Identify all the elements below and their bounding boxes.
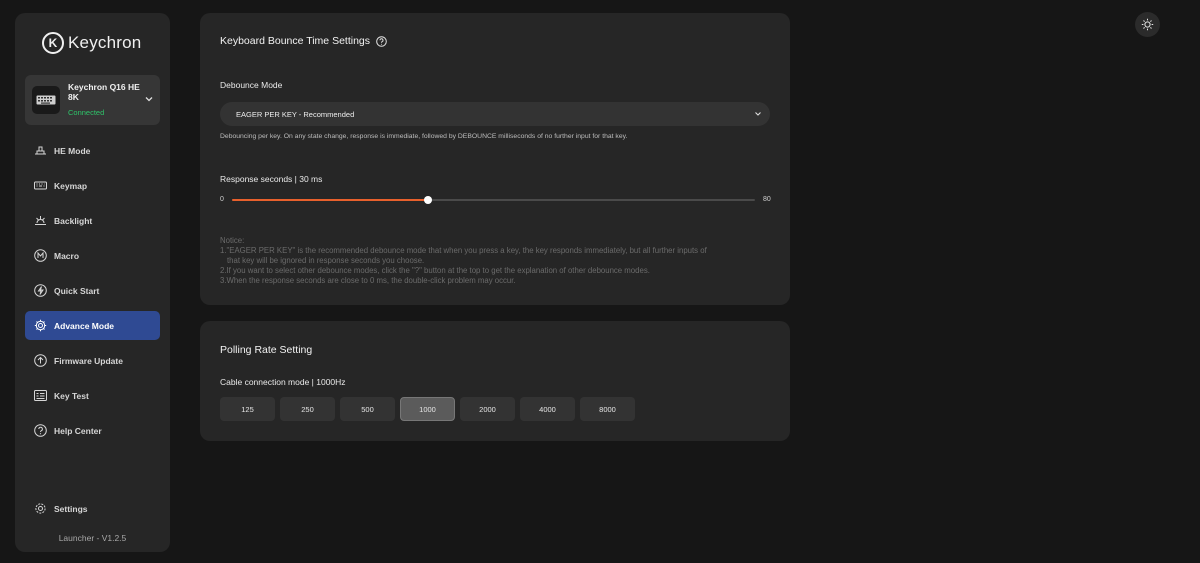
sidebar-settings: Settings — [25, 494, 160, 529]
sidebar-item-label: Settings — [54, 503, 88, 514]
polling-rate-panel: Polling Rate Setting Cable connection mo… — [200, 321, 790, 441]
sidebar-item-he-mode[interactable]: HE Mode — [25, 136, 160, 165]
debounce-mode-description: Debouncing per key. On any state change,… — [220, 133, 628, 140]
rate-button-125[interactable]: 125 — [220, 397, 275, 421]
gear-icon — [34, 319, 47, 332]
bounce-time-panel: Keyboard Bounce Time Settings Debounce M… — [200, 13, 790, 305]
notice-line-2: 2.If you want to select other debounce m… — [220, 266, 650, 275]
device-selector[interactable]: Keychron Q16 HE 8K Connected — [25, 75, 160, 125]
brand-name: Keychron — [68, 33, 142, 52]
sidebar-item-firmware-update[interactable]: Firmware Update — [25, 346, 160, 375]
sidebar-item-label: Key Test — [54, 390, 89, 401]
help-icon — [34, 424, 47, 437]
he-mode-icon — [35, 146, 46, 155]
polling-title: Polling Rate Setting — [220, 344, 313, 356]
brand-logo: K Keychron — [42, 32, 141, 54]
notice-text: Notice: 1."EAGER PER KEY" is the recomme… — [220, 236, 775, 286]
response-slider[interactable] — [232, 196, 755, 204]
sidebar-item-label: Macro — [54, 250, 80, 261]
lightning-icon — [34, 284, 47, 297]
rate-button-8000[interactable]: 8000 — [580, 397, 635, 421]
slider-thumb[interactable] — [424, 196, 433, 204]
notice-line-1b: that key will be ignored in response sec… — [227, 256, 425, 265]
backlight-icon — [35, 216, 46, 225]
notice-line-1: 1."EAGER PER KEY" is the recommended deb… — [220, 246, 707, 255]
sidebar-item-keymap[interactable]: Keymap — [25, 171, 160, 200]
device-status: Connected — [68, 108, 105, 117]
debounce-mode-value: EAGER PER KEY - Recommended — [236, 109, 355, 119]
sun-icon — [1141, 18, 1154, 31]
macro-icon — [34, 249, 47, 262]
sidebar-item-quick-start[interactable]: Quick Start — [25, 276, 160, 305]
keychron-logo-icon: K — [42, 32, 64, 54]
notice-line-3: 3.When the response seconds are close to… — [220, 276, 516, 285]
keyboard-icon — [34, 181, 47, 190]
key-test-icon — [34, 390, 47, 401]
rate-button-1000[interactable]: 1000 — [400, 397, 455, 421]
sidebar-item-label: Firmware Update — [54, 355, 123, 366]
chevron-down-icon[interactable] — [144, 94, 154, 104]
app-version: Launcher - V1.2.5 — [58, 533, 127, 543]
slider-max-label: 80 — [763, 196, 771, 203]
settings-gear-icon — [35, 503, 46, 514]
sidebar-nav: HE Mode Keymap Backlight Macro Quick Sta… — [25, 136, 160, 451]
sidebar-item-backlight[interactable]: Backlight — [25, 206, 160, 235]
polling-rate-buttons: 125 250 500 1000 2000 4000 8000 — [220, 397, 635, 421]
rate-button-500[interactable]: 500 — [340, 397, 395, 421]
theme-toggle-button[interactable] — [1135, 12, 1160, 37]
sidebar-item-label: Advance Mode — [54, 320, 114, 331]
device-name: Keychron Q16 HE 8K — [68, 82, 140, 102]
sidebar-item-key-test[interactable]: Key Test — [25, 381, 160, 410]
debounce-mode-label: Debounce Mode — [220, 80, 283, 90]
rate-button-2000[interactable]: 2000 — [460, 397, 515, 421]
keyboard-thumbnail-icon — [32, 86, 60, 114]
sidebar-item-settings[interactable]: Settings — [25, 494, 160, 523]
slider-min-label: 0 — [220, 196, 224, 203]
chevron-down-icon — [755, 112, 761, 116]
debounce-mode-select[interactable]: EAGER PER KEY - Recommended — [220, 102, 770, 126]
slider-fill — [232, 199, 429, 201]
bounce-title: Keyboard Bounce Time Settings — [220, 35, 387, 47]
response-seconds-label: Response seconds | 30 ms — [220, 174, 323, 184]
sidebar-item-advance-mode[interactable]: Advance Mode — [25, 311, 160, 340]
rate-button-250[interactable]: 250 — [280, 397, 335, 421]
panel-title: Keyboard Bounce Time Settings — [220, 35, 371, 47]
sidebar-item-label: HE Mode — [54, 145, 91, 156]
question-icon[interactable] — [376, 35, 387, 47]
upload-icon — [34, 354, 47, 367]
sidebar-item-label: Keymap — [54, 180, 88, 191]
cable-mode-label: Cable connection mode | 1000Hz — [220, 377, 346, 387]
sidebar-item-label: Backlight — [54, 215, 93, 226]
rate-button-4000[interactable]: 4000 — [520, 397, 575, 421]
sidebar: K Keychron Keychron Q16 HE 8K Connected … — [15, 13, 170, 552]
sidebar-item-macro[interactable]: Macro — [25, 241, 160, 270]
sidebar-item-label: Help Center — [54, 425, 102, 436]
sidebar-item-label: Quick Start — [54, 285, 100, 296]
sidebar-item-help-center[interactable]: Help Center — [25, 416, 160, 445]
notice-heading: Notice: — [220, 236, 245, 245]
